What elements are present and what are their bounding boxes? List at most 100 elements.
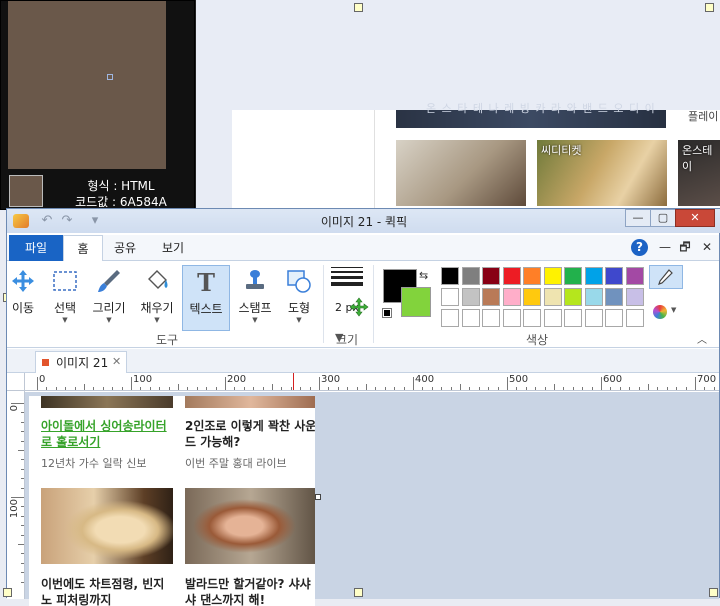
vertical-ruler: 0 100 [7, 391, 25, 599]
tab-view[interactable]: 보기 [155, 235, 191, 261]
palette-swatch[interactable] [584, 267, 603, 285]
ruler-subtick [300, 387, 302, 390]
palette-swatch[interactable] [523, 309, 541, 327]
tab-file[interactable]: 파일 [9, 235, 63, 261]
palette-swatch[interactable] [625, 309, 644, 327]
resize-handle[interactable] [354, 588, 363, 597]
tool-shape[interactable]: 도형 ▼ [277, 265, 321, 324]
picker-format: 형식 : HTML [87, 179, 155, 193]
size-selector[interactable] [331, 267, 363, 289]
palette-swatch[interactable] [605, 267, 623, 285]
palette-swatch[interactable] [584, 309, 603, 327]
palette-swatch[interactable] [441, 288, 459, 306]
ruler-subtick [309, 387, 311, 390]
palette-swatch[interactable] [543, 288, 562, 306]
chevron-down-icon[interactable]: ▼ [277, 316, 321, 324]
palette-swatch[interactable] [584, 288, 603, 306]
ruler-label: 700 [697, 374, 717, 385]
card-title: 2인조로 이렇게 꽉찬 사운드 가능해? [185, 419, 315, 449]
ruler-subtick [272, 384, 273, 390]
chevron-down-icon[interactable]: ▼ [233, 316, 277, 324]
ruler-subtick [215, 387, 217, 390]
ruler-subtick [657, 387, 659, 390]
resize-handle[interactable] [3, 588, 12, 597]
reset-colors-icon[interactable] [382, 308, 392, 318]
ruler-tick [131, 377, 132, 390]
ribbon-collapse-icon[interactable]: ︿ [697, 331, 707, 346]
ruler-subtick [610, 387, 612, 390]
palette-swatch[interactable] [625, 288, 644, 306]
tool-text[interactable]: T 텍스트 [182, 265, 230, 331]
ruler-subtick [629, 387, 631, 390]
text-icon: T [197, 268, 215, 296]
background-photo-tag: 씨디티켓 [541, 144, 582, 157]
ruler-subtick [619, 387, 621, 390]
palette-swatch[interactable] [523, 267, 541, 285]
ruler-subtick [178, 384, 179, 390]
tab-home[interactable]: 홈 [63, 235, 103, 262]
resize-handle[interactable] [709, 588, 718, 597]
secondary-color[interactable] [401, 287, 431, 317]
ruler-subtick [403, 387, 405, 390]
resize-handle[interactable] [354, 3, 363, 12]
palette-swatch[interactable] [605, 288, 623, 306]
palette-swatch[interactable] [605, 309, 623, 327]
canvas-resize-handle[interactable] [315, 494, 321, 500]
palette-swatch[interactable] [564, 267, 582, 285]
ruler-subtick [478, 387, 480, 390]
ruler-subtick [488, 387, 490, 390]
resize-handle[interactable] [705, 3, 714, 12]
palette-swatch[interactable] [523, 288, 541, 306]
minimize-button[interactable]: — [625, 209, 651, 227]
ruler-subtick [638, 387, 640, 390]
eyedropper-button[interactable] [649, 265, 683, 289]
palette-swatch[interactable] [543, 267, 562, 285]
palette-swatch[interactable] [461, 309, 480, 327]
tool-stamp[interactable]: 스탬프 ▼ [233, 265, 277, 324]
ruler-subtick [685, 387, 687, 390]
palette-swatch[interactable] [461, 267, 480, 285]
tool-select[interactable]: 선택 ▼ [43, 265, 87, 324]
chevron-down-icon[interactable]: ▼ [135, 316, 179, 324]
palette-swatch[interactable] [543, 309, 562, 327]
tool-draw[interactable]: 그리기 ▼ [87, 265, 131, 324]
palette-swatch[interactable] [625, 267, 644, 285]
palette-swatch[interactable] [502, 267, 521, 285]
palette-swatch[interactable] [482, 309, 500, 327]
chevron-down-icon[interactable]: ▼ [671, 306, 676, 314]
help-icon[interactable]: ? [631, 239, 648, 256]
ruler-subtick [394, 387, 396, 390]
picker-magnifier [8, 1, 166, 169]
palette-swatch[interactable] [482, 267, 500, 285]
tool-fill[interactable]: 채우기 ▼ [135, 265, 179, 324]
close-icon[interactable]: ✕ [112, 352, 121, 372]
chevron-down-icon[interactable]: ▼ [87, 316, 131, 324]
tool-move[interactable]: 이동 [1, 265, 45, 316]
swap-colors-icon[interactable]: ⇆ [419, 269, 428, 282]
chevron-down-icon[interactable]: ▼ [43, 316, 87, 324]
document-tab[interactable]: 이미지 21 ✕ [35, 351, 127, 373]
palette-swatch[interactable] [441, 267, 459, 285]
tab-share[interactable]: 공유 [107, 235, 143, 261]
close-button[interactable]: ✕ [675, 209, 715, 227]
thumbnail-image [185, 396, 315, 408]
ribbon-minimize-icon[interactable]: — [657, 239, 673, 255]
image-canvas[interactable]: 아이돌에서 싱어송라이터로 홀로서기 2인조로 이렇게 꽉찬 사운드 가능해? … [29, 396, 315, 606]
ruler-subtick [713, 387, 715, 390]
shape-icon [287, 270, 311, 293]
palette-swatch[interactable] [461, 288, 480, 306]
ruler-subtick [149, 387, 151, 390]
ribbon-restore-icon[interactable]: 🗗 [677, 239, 693, 255]
palette-swatch[interactable] [482, 288, 500, 306]
ruler-subtick [497, 387, 499, 390]
ribbon-close-icon[interactable]: ✕ [699, 239, 715, 255]
palette-swatch[interactable] [441, 309, 459, 327]
maximize-button[interactable]: ▢ [650, 209, 676, 227]
palette-swatch[interactable] [502, 309, 521, 327]
palette-swatch[interactable] [564, 309, 582, 327]
canvas-area[interactable]: 아이돌에서 싱어송라이터로 홀로서기 2인조로 이렇게 꽉찬 사운드 가능해? … [25, 392, 719, 606]
group-label-size: 크기 [335, 333, 359, 347]
palette-swatch[interactable] [564, 288, 582, 306]
color-wheel-icon[interactable] [653, 305, 667, 319]
palette-swatch[interactable] [502, 288, 521, 306]
